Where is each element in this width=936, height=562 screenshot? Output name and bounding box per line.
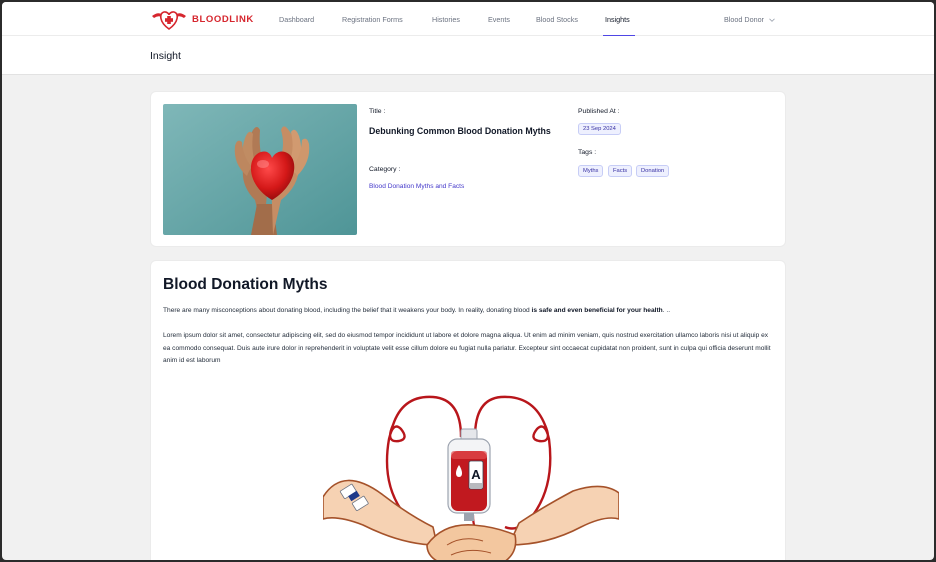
app-window: BLOODLINK Dashboard Registration Forms H… <box>2 2 934 560</box>
page-title: Insight <box>150 50 181 62</box>
nav-events[interactable]: Events <box>488 15 510 24</box>
article-intro: There are many misconceptions about dona… <box>163 305 775 318</box>
published-date-badge: 23 Sep 2024 <box>578 123 621 135</box>
heart-in-hands-photo-icon <box>163 104 357 235</box>
bloodlink-logo-icon <box>152 11 186 30</box>
user-menu-label: Blood Donor <box>724 15 764 24</box>
page-header: Insight <box>2 36 934 75</box>
article-card: Blood Donation Myths There are many misc… <box>150 260 786 560</box>
article-intro-emphasis: is safe and even beneficial for your hea… <box>531 307 663 314</box>
insight-summary-card: Title : Debunking Common Blood Donation … <box>150 91 786 247</box>
tag-badge-donation[interactable]: Donation <box>636 165 670 177</box>
chevron-down-icon <box>769 18 775 22</box>
article-heading: Blood Donation Myths <box>163 276 328 293</box>
top-navbar: BLOODLINK Dashboard Registration Forms H… <box>2 2 934 37</box>
blood-bag-label: A <box>471 467 481 482</box>
nav-registration-forms[interactable]: Registration Forms <box>342 15 403 24</box>
tags-label: Tags : <box>578 149 597 156</box>
user-menu[interactable]: Blood Donor <box>724 15 775 24</box>
article-body: Lorem ipsum dolor sit amet, consectetur … <box>163 332 771 364</box>
title-label: Title : <box>369 108 386 115</box>
nav-blood-stocks[interactable]: Blood Stocks <box>536 15 578 24</box>
insight-cover-image <box>163 104 357 235</box>
nav-histories[interactable]: Histories <box>432 15 460 24</box>
blood-transfusion-illustration-icon: A <box>322 395 620 560</box>
tag-badge-facts[interactable]: Facts <box>608 165 633 177</box>
article-illustration: A <box>322 395 620 560</box>
category-link[interactable]: Blood Donation Myths and Facts <box>369 183 464 190</box>
brand-name: BLOODLINK <box>192 13 254 25</box>
article-intro-end: . .. <box>662 307 671 314</box>
insight-title: Debunking Common Blood Donation Myths <box>369 126 551 136</box>
nav-dashboard[interactable]: Dashboard <box>279 15 314 24</box>
tag-badge-myths[interactable]: Myths <box>578 165 604 177</box>
nav-insights[interactable]: Insights <box>605 15 630 24</box>
category-label: Category : <box>369 166 401 173</box>
article-intro-text: There are many misconceptions about dona… <box>163 307 532 314</box>
published-label: Published At : <box>578 108 620 115</box>
brand-logo[interactable]: BLOODLINK <box>150 7 254 31</box>
